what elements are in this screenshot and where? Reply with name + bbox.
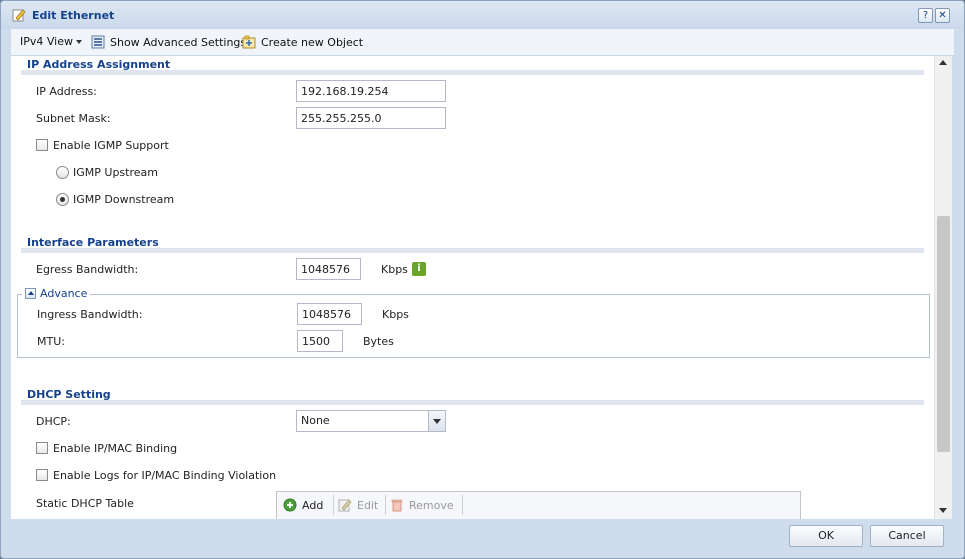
edit-button[interactable]: Edit	[338, 498, 378, 512]
subnet-mask-input[interactable]	[296, 107, 446, 129]
igmp-downstream-label: IGMP Downstream	[73, 193, 175, 206]
enable-ipmac-binding-label: Enable IP/MAC Binding	[53, 442, 178, 455]
collapse-icon[interactable]	[25, 288, 36, 299]
add-icon	[283, 498, 297, 512]
dialog-titlebar[interactable]: Edit Ethernet ? ✕	[1, 1, 964, 29]
enable-logs-label: Enable Logs for IP/MAC Binding Violation	[53, 469, 277, 482]
dialog-footer: OK Cancel	[1, 519, 964, 558]
add-button[interactable]: Add	[283, 498, 323, 512]
egress-bandwidth-input[interactable]	[296, 258, 361, 280]
ip-address-input[interactable]	[296, 80, 446, 102]
dhcp-select[interactable]: None	[296, 410, 446, 432]
static-dhcp-table-label: Static DHCP Table	[36, 497, 134, 510]
ipv4-view-menu[interactable]: IPv4 View	[20, 35, 82, 48]
toolbar-separator	[333, 495, 334, 515]
chevron-down-icon[interactable]	[428, 411, 445, 431]
create-object-icon	[242, 35, 256, 49]
advance-fieldset: Advance Ingress Bandwidth: Kbps MTU: Byt…	[17, 287, 930, 358]
igmp-downstream-radio[interactable]	[56, 193, 69, 206]
ingress-bandwidth-label: Ingress Bandwidth:	[37, 308, 143, 321]
egress-unit-label: Kbps	[381, 263, 408, 276]
edit-icon	[338, 499, 352, 512]
advance-label: Advance	[40, 287, 88, 300]
ipv4-view-label: IPv4 View	[20, 35, 73, 48]
subnet-mask-label: Subnet Mask:	[36, 112, 111, 125]
ingress-unit-label: Kbps	[382, 308, 409, 321]
vertical-scrollbar[interactable]	[934, 56, 952, 519]
ok-button[interactable]: OK	[789, 525, 863, 547]
scroll-thumb[interactable]	[937, 216, 950, 452]
edit-ethernet-dialog: Edit Ethernet ? ✕ IPv4 View Show Advance…	[0, 0, 965, 559]
add-label: Add	[302, 498, 324, 512]
mtu-input[interactable]	[297, 330, 343, 352]
trash-icon	[391, 499, 403, 512]
igmp-upstream-radio[interactable]	[56, 166, 69, 179]
enable-ipmac-binding-checkbox[interactable]	[36, 442, 48, 454]
toolbar-separator	[385, 495, 386, 515]
enable-igmp-checkbox[interactable]	[36, 139, 48, 151]
dialog-toolbar: IPv4 View Show Advanced Settings Create …	[11, 29, 954, 56]
section-divider	[21, 400, 924, 405]
remove-button[interactable]: Remove	[390, 498, 454, 512]
show-advanced-settings-button[interactable]: Show Advanced Settings	[91, 35, 246, 49]
help-button[interactable]: ?	[918, 8, 933, 23]
egress-bandwidth-label: Egress Bandwidth:	[36, 263, 139, 276]
advance-legend[interactable]: Advance	[22, 287, 91, 300]
close-button[interactable]: ✕	[935, 8, 950, 23]
dialog-content: IP Address Assignment IP Address: Subnet…	[11, 56, 934, 519]
edit-icon	[12, 9, 26, 22]
toolbar-separator	[462, 495, 463, 515]
mtu-label: MTU:	[37, 335, 65, 348]
mtu-unit-label: Bytes	[363, 335, 394, 348]
dhcp-label: DHCP:	[36, 415, 71, 428]
edit-label: Edit	[357, 498, 379, 512]
scroll-up-icon[interactable]	[939, 60, 947, 65]
ingress-bandwidth-input[interactable]	[297, 303, 362, 325]
scroll-down-icon[interactable]	[939, 508, 947, 513]
enable-igmp-label: Enable IGMP Support	[53, 139, 169, 152]
cancel-button[interactable]: Cancel	[870, 525, 944, 547]
enable-logs-checkbox[interactable]	[36, 469, 48, 481]
section-divider	[21, 70, 924, 75]
info-icon[interactable]: i	[412, 262, 426, 276]
advanced-settings-icon	[91, 35, 105, 49]
create-new-object-button[interactable]: Create new Object	[242, 35, 363, 49]
show-advanced-settings-label: Show Advanced Settings	[110, 35, 247, 49]
create-new-object-label: Create new Object	[261, 35, 364, 49]
igmp-upstream-label: IGMP Upstream	[73, 166, 158, 179]
remove-label: Remove	[409, 498, 454, 512]
dropdown-arrow-icon	[76, 39, 82, 44]
dhcp-selected-value: None	[301, 414, 330, 427]
dialog-title: Edit Ethernet	[32, 9, 115, 22]
section-divider	[21, 248, 924, 253]
ip-address-label: IP Address:	[36, 85, 97, 98]
static-dhcp-table-toolbar: Add Edit Remove	[276, 491, 801, 519]
